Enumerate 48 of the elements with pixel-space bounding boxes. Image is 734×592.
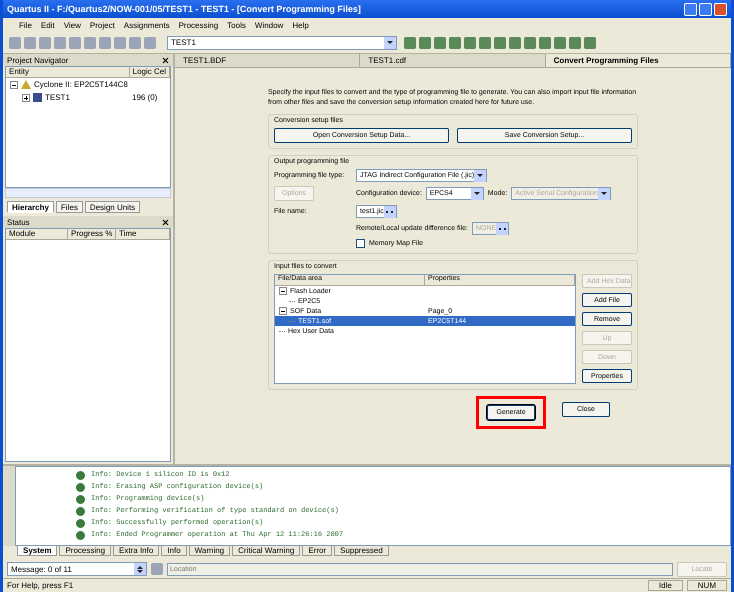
message-tab[interactable]: Processing xyxy=(59,546,112,556)
window-title: Quartus II - F:/Quartus2/NOW-001/05/TEST1 - TEST1 - [Convert Programming Files] xyxy=(7,4,362,14)
column-header[interactable]: Time xyxy=(116,229,170,239)
menu-item[interactable]: Window xyxy=(254,20,284,30)
message-tab[interactable]: Suppressed xyxy=(334,546,389,556)
menu-item[interactable]: Processing xyxy=(178,20,218,30)
message-counter[interactable]: Message: 0 of 11 xyxy=(7,562,147,576)
message-tab[interactable]: Extra Info xyxy=(113,546,160,556)
message-tab[interactable]: Critical Warning xyxy=(232,546,300,556)
panel-title: Project Navigator xyxy=(7,56,70,64)
column-header[interactable]: Module xyxy=(6,229,68,239)
column-header[interactable]: Entity xyxy=(6,67,130,77)
status-text: Idle xyxy=(648,580,683,591)
document-tab[interactable]: TEST1.BDF xyxy=(175,54,360,67)
expander-icon[interactable] xyxy=(279,307,287,315)
tree-item[interactable]: Cyclone II: EP2C5T144C8 xyxy=(34,80,170,89)
table-cell-text: 196 (0) xyxy=(132,93,158,102)
checkbox[interactable] xyxy=(356,239,365,248)
document-tab[interactable]: Convert Programming Files xyxy=(546,54,731,67)
panel-tab[interactable]: Hierarchy xyxy=(7,201,54,213)
expander-icon[interactable] xyxy=(22,94,30,102)
menu-item[interactable]: Help xyxy=(292,20,309,30)
maximize-icon[interactable] xyxy=(699,2,712,16)
expander-icon[interactable] xyxy=(10,80,18,88)
close-icon[interactable] xyxy=(162,56,169,64)
tree-item[interactable]: TEST1 xyxy=(45,93,129,102)
message-tab[interactable]: System xyxy=(17,546,58,556)
panel-tab[interactable]: Design Units xyxy=(84,201,140,213)
message-tab[interactable]: Info xyxy=(161,546,187,556)
panel-title: Status xyxy=(7,218,31,226)
expander-icon[interactable] xyxy=(279,287,287,295)
status-text: NUM xyxy=(686,580,727,591)
panel-tab[interactable]: Files xyxy=(56,201,83,213)
column-header[interactable]: Logic Cel xyxy=(130,67,170,77)
menu-item[interactable]: Edit xyxy=(40,20,55,30)
status-text: For Help, press F1 xyxy=(7,581,74,590)
close-icon[interactable] xyxy=(162,218,169,226)
menu-item[interactable]: Project xyxy=(90,20,115,30)
minimize-icon[interactable] xyxy=(684,2,697,16)
message-tab[interactable]: Warning xyxy=(188,546,230,556)
menu-item[interactable]: File xyxy=(19,20,32,30)
message-tab[interactable]: Error xyxy=(302,546,332,556)
column-header[interactable]: Progress % xyxy=(68,229,116,239)
project-dropdown[interactable]: TEST1 xyxy=(167,36,397,50)
menu-item[interactable]: Tools xyxy=(227,20,246,30)
chip-icon xyxy=(33,93,42,102)
menu-item[interactable]: View xyxy=(64,20,81,30)
menu-item[interactable]: Assignments xyxy=(124,20,170,30)
